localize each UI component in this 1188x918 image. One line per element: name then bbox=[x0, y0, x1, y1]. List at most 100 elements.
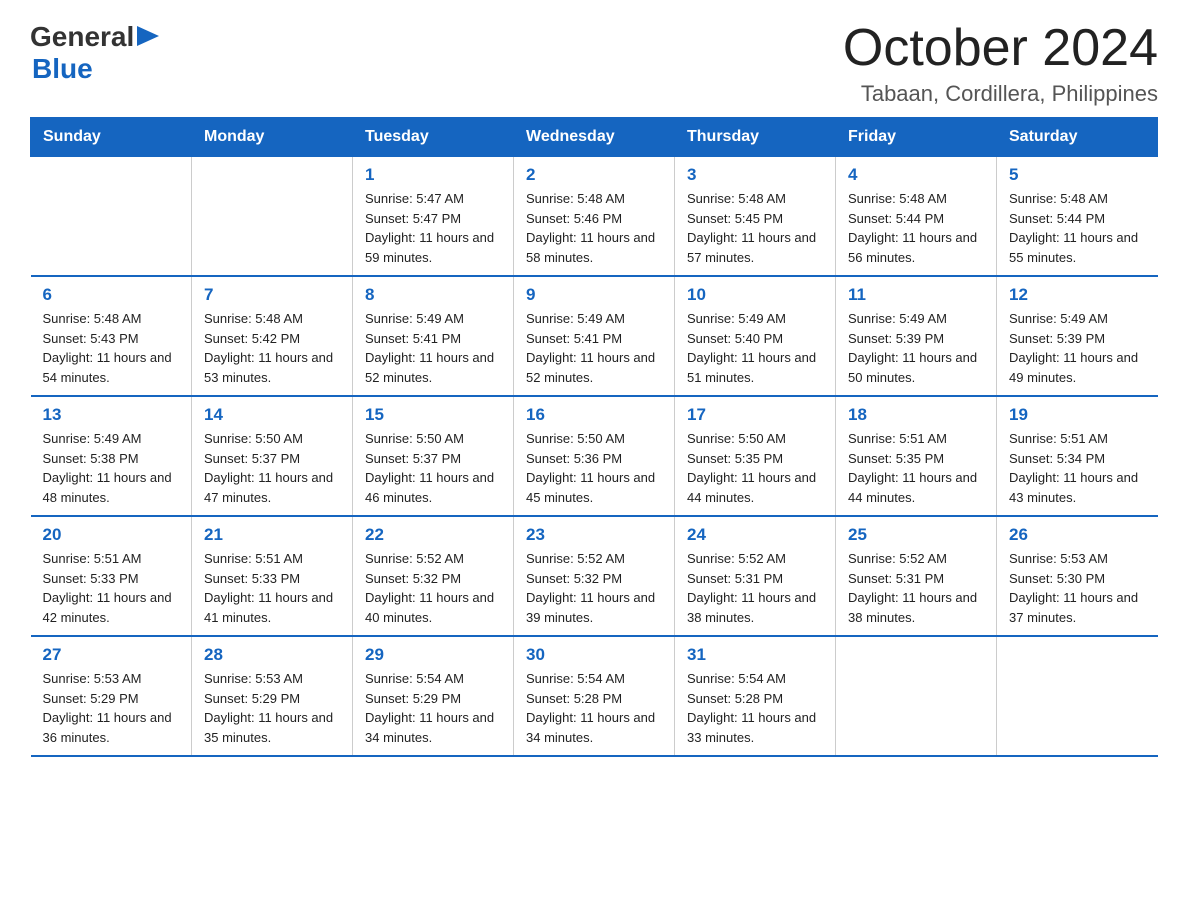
calendar-cell: 28 Sunrise: 5:53 AMSunset: 5:29 PMDayligh… bbox=[192, 636, 353, 756]
calendar-cell: 18 Sunrise: 5:51 AMSunset: 5:35 PMDayligh… bbox=[836, 396, 997, 516]
calendar-body: 1 Sunrise: 5:47 AMSunset: 5:47 PMDaylight… bbox=[31, 157, 1158, 757]
day-info: Sunrise: 5:54 AMSunset: 5:28 PMDaylight:… bbox=[526, 669, 662, 747]
calendar-row: 20 Sunrise: 5:51 AMSunset: 5:33 PMDayligh… bbox=[31, 516, 1158, 636]
day-number: 12 bbox=[1009, 285, 1146, 305]
calendar-cell: 22 Sunrise: 5:52 AMSunset: 5:32 PMDayligh… bbox=[353, 516, 514, 636]
calendar-cell: 7Sunrise: 5:48 AMSunset: 5:42 PMDaylight… bbox=[192, 276, 353, 396]
day-number: 1 bbox=[365, 165, 501, 185]
calendar-cell: 9 Sunrise: 5:49 AMSunset: 5:41 PMDaylight… bbox=[514, 276, 675, 396]
day-info: Sunrise: 5:50 AMSunset: 5:36 PMDaylight:… bbox=[526, 429, 662, 507]
day-number: 23 bbox=[526, 525, 662, 545]
day-info: Sunrise: 5:51 AMSunset: 5:33 PMDaylight:… bbox=[204, 549, 340, 627]
day-info: Sunrise: 5:52 AMSunset: 5:31 PMDaylight:… bbox=[848, 549, 984, 627]
day-number: 17 bbox=[687, 405, 823, 425]
day-number: 26 bbox=[1009, 525, 1146, 545]
calendar-cell: 4 Sunrise: 5:48 AMSunset: 5:44 PMDaylight… bbox=[836, 157, 997, 277]
day-info: Sunrise: 5:48 AMSunset: 5:45 PMDaylight:… bbox=[687, 189, 823, 267]
day-info: Sunrise: 5:49 AMSunset: 5:41 PMDaylight:… bbox=[365, 309, 501, 387]
day-number: 7 bbox=[204, 285, 340, 305]
calendar-cell bbox=[836, 636, 997, 756]
calendar-cell: 24Sunrise: 5:52 AMSunset: 5:31 PMDayligh… bbox=[675, 516, 836, 636]
day-info: Sunrise: 5:51 AMSunset: 5:34 PMDaylight:… bbox=[1009, 429, 1146, 507]
calendar-cell: 8 Sunrise: 5:49 AMSunset: 5:41 PMDaylight… bbox=[353, 276, 514, 396]
day-number: 20 bbox=[43, 525, 180, 545]
day-info: Sunrise: 5:47 AMSunset: 5:47 PMDaylight:… bbox=[365, 189, 501, 267]
day-number: 13 bbox=[43, 405, 180, 425]
day-info: Sunrise: 5:48 AMSunset: 5:44 PMDaylight:… bbox=[1009, 189, 1146, 267]
calendar-cell: 14Sunrise: 5:50 AMSunset: 5:37 PMDayligh… bbox=[192, 396, 353, 516]
calendar-cell: 20Sunrise: 5:51 AMSunset: 5:33 PMDayligh… bbox=[31, 516, 192, 636]
day-number: 5 bbox=[1009, 165, 1146, 185]
day-number: 8 bbox=[365, 285, 501, 305]
calendar-cell: 19Sunrise: 5:51 AMSunset: 5:34 PMDayligh… bbox=[997, 396, 1158, 516]
calendar-cell: 23 Sunrise: 5:52 AMSunset: 5:32 PMDayligh… bbox=[514, 516, 675, 636]
header-row: Sunday Monday Tuesday Wednesday Thursday… bbox=[31, 118, 1158, 157]
day-info: Sunrise: 5:49 AMSunset: 5:39 PMDaylight:… bbox=[848, 309, 984, 387]
day-info: Sunrise: 5:53 AMSunset: 5:29 PMDaylight:… bbox=[204, 669, 340, 747]
col-tuesday: Tuesday bbox=[353, 118, 514, 157]
day-number: 18 bbox=[848, 405, 984, 425]
calendar-header: Sunday Monday Tuesday Wednesday Thursday… bbox=[31, 118, 1158, 157]
calendar-cell: 17 Sunrise: 5:50 AMSunset: 5:35 PMDayligh… bbox=[675, 396, 836, 516]
calendar-cell: 13 Sunrise: 5:49 AMSunset: 5:38 PMDayligh… bbox=[31, 396, 192, 516]
day-info: Sunrise: 5:51 AMSunset: 5:35 PMDaylight:… bbox=[848, 429, 984, 507]
col-wednesday: Wednesday bbox=[514, 118, 675, 157]
day-info: Sunrise: 5:48 AMSunset: 5:43 PMDaylight:… bbox=[43, 309, 180, 387]
calendar-row: 1 Sunrise: 5:47 AMSunset: 5:47 PMDaylight… bbox=[31, 157, 1158, 277]
calendar-row: 27 Sunrise: 5:53 AMSunset: 5:29 PMDayligh… bbox=[31, 636, 1158, 756]
day-number: 6 bbox=[43, 285, 180, 305]
logo: General Blue bbox=[30, 20, 159, 85]
day-number: 16 bbox=[526, 405, 662, 425]
logo-blue-text: Blue bbox=[32, 53, 93, 84]
calendar-cell: 3 Sunrise: 5:48 AMSunset: 5:45 PMDaylight… bbox=[675, 157, 836, 277]
day-info: Sunrise: 5:49 AMSunset: 5:40 PMDaylight:… bbox=[687, 309, 823, 387]
day-info: Sunrise: 5:53 AMSunset: 5:29 PMDaylight:… bbox=[43, 669, 180, 747]
calendar-cell: 30Sunrise: 5:54 AMSunset: 5:28 PMDayligh… bbox=[514, 636, 675, 756]
day-number: 9 bbox=[526, 285, 662, 305]
day-info: Sunrise: 5:53 AMSunset: 5:30 PMDaylight:… bbox=[1009, 549, 1146, 627]
day-number: 31 bbox=[687, 645, 823, 665]
day-number: 10 bbox=[687, 285, 823, 305]
day-info: Sunrise: 5:49 AMSunset: 5:38 PMDaylight:… bbox=[43, 429, 180, 507]
col-friday: Friday bbox=[836, 118, 997, 157]
day-number: 28 bbox=[204, 645, 340, 665]
calendar-cell: 5 Sunrise: 5:48 AMSunset: 5:44 PMDaylight… bbox=[997, 157, 1158, 277]
calendar-cell: 27 Sunrise: 5:53 AMSunset: 5:29 PMDayligh… bbox=[31, 636, 192, 756]
day-number: 21 bbox=[204, 525, 340, 545]
day-info: Sunrise: 5:49 AMSunset: 5:41 PMDaylight:… bbox=[526, 309, 662, 387]
calendar-cell: 2Sunrise: 5:48 AMSunset: 5:46 PMDaylight… bbox=[514, 157, 675, 277]
day-info: Sunrise: 5:52 AMSunset: 5:31 PMDaylight:… bbox=[687, 549, 823, 627]
calendar-cell: 29 Sunrise: 5:54 AMSunset: 5:29 PMDayligh… bbox=[353, 636, 514, 756]
calendar-cell: 21 Sunrise: 5:51 AMSunset: 5:33 PMDayligh… bbox=[192, 516, 353, 636]
calendar-cell: 1 Sunrise: 5:47 AMSunset: 5:47 PMDaylight… bbox=[353, 157, 514, 277]
day-info: Sunrise: 5:48 AMSunset: 5:44 PMDaylight:… bbox=[848, 189, 984, 267]
day-number: 11 bbox=[848, 285, 984, 305]
page-header: General Blue October 2024 Tabaan, Cordil… bbox=[30, 20, 1158, 107]
day-number: 22 bbox=[365, 525, 501, 545]
calendar-cell: 6 Sunrise: 5:48 AMSunset: 5:43 PMDaylight… bbox=[31, 276, 192, 396]
day-number: 3 bbox=[687, 165, 823, 185]
day-info: Sunrise: 5:54 AMSunset: 5:29 PMDaylight:… bbox=[365, 669, 501, 747]
location-subtitle: Tabaan, Cordillera, Philippines bbox=[843, 81, 1158, 107]
month-title: October 2024 bbox=[843, 20, 1158, 77]
day-info: Sunrise: 5:52 AMSunset: 5:32 PMDaylight:… bbox=[526, 549, 662, 627]
day-number: 15 bbox=[365, 405, 501, 425]
day-info: Sunrise: 5:49 AMSunset: 5:39 PMDaylight:… bbox=[1009, 309, 1146, 387]
calendar-row: 13 Sunrise: 5:49 AMSunset: 5:38 PMDayligh… bbox=[31, 396, 1158, 516]
calendar-cell: 25Sunrise: 5:52 AMSunset: 5:31 PMDayligh… bbox=[836, 516, 997, 636]
logo-general-text: General bbox=[30, 21, 134, 53]
day-info: Sunrise: 5:52 AMSunset: 5:32 PMDaylight:… bbox=[365, 549, 501, 627]
day-number: 4 bbox=[848, 165, 984, 185]
title-section: October 2024 Tabaan, Cordillera, Philipp… bbox=[843, 20, 1158, 107]
day-number: 27 bbox=[43, 645, 180, 665]
day-info: Sunrise: 5:50 AMSunset: 5:35 PMDaylight:… bbox=[687, 429, 823, 507]
day-info: Sunrise: 5:54 AMSunset: 5:28 PMDaylight:… bbox=[687, 669, 823, 747]
calendar-table: Sunday Monday Tuesday Wednesday Thursday… bbox=[30, 117, 1158, 757]
col-monday: Monday bbox=[192, 118, 353, 157]
day-info: Sunrise: 5:50 AMSunset: 5:37 PMDaylight:… bbox=[204, 429, 340, 507]
calendar-cell bbox=[192, 157, 353, 277]
day-number: 29 bbox=[365, 645, 501, 665]
col-saturday: Saturday bbox=[997, 118, 1158, 157]
day-info: Sunrise: 5:48 AMSunset: 5:46 PMDaylight:… bbox=[526, 189, 662, 267]
calendar-cell: 15Sunrise: 5:50 AMSunset: 5:37 PMDayligh… bbox=[353, 396, 514, 516]
